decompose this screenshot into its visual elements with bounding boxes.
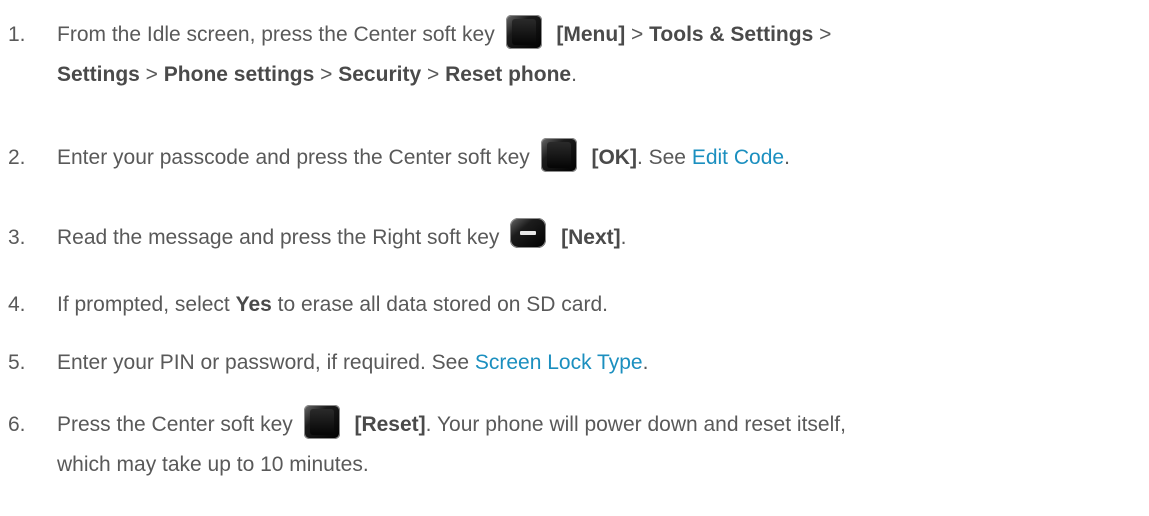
period: .: [620, 226, 627, 249]
separator: >: [421, 63, 446, 86]
step-5: 5. Enter your PIN or password, if requir…: [8, 343, 1138, 383]
step-text-segment: . See: [636, 146, 692, 169]
step-text-segment: which may take up to 10 minutes.: [57, 453, 369, 476]
edit-code-link[interactable]: Edit Code: [692, 146, 784, 169]
screen-lock-type-link[interactable]: Screen Lock Type: [475, 351, 643, 374]
step-text: Press the Center soft key [Reset]. Your …: [57, 405, 1138, 485]
step-number: 5.: [8, 351, 26, 374]
step-text-segment: Enter your PIN or password, if required.…: [57, 351, 475, 374]
ok-key-label: [OK]: [591, 146, 637, 169]
center-soft-key-icon: [505, 14, 543, 50]
step-text: From the Idle screen, press the Center s…: [57, 15, 1138, 95]
separator: >: [139, 63, 164, 86]
reset-phone-label: Reset phone: [445, 63, 572, 86]
tools-settings-label: Tools & Settings: [649, 23, 814, 46]
menu-key-label: [Menu]: [556, 23, 626, 46]
step-1: 1. From the Idle screen, press the Cente…: [8, 15, 1138, 95]
separator: >: [813, 23, 832, 46]
period: .: [571, 63, 577, 86]
reset-key-label: [Reset]: [354, 413, 426, 436]
period: .: [784, 146, 790, 169]
step-number: 6.: [8, 413, 26, 436]
step-4: 4. If prompted, select Yes to erase all …: [8, 285, 1138, 325]
step-text-segment: Press the Center soft key: [57, 413, 293, 436]
step-text: If prompted, select Yes to erase all dat…: [57, 285, 1138, 325]
yes-option-label: Yes: [235, 293, 272, 316]
step-text: Enter your passcode and press the Center…: [57, 138, 1138, 178]
separator: >: [625, 23, 650, 46]
phone-settings-label: Phone settings: [163, 63, 315, 86]
step-number: 2.: [8, 146, 26, 169]
step-text-segment: From the Idle screen, press the Center s…: [57, 23, 495, 46]
step-2: 2. Enter your passcode and press the Cen…: [8, 138, 1138, 178]
step-number: 3.: [8, 226, 26, 249]
step-text-segment: Read the message and press the Right sof…: [57, 226, 500, 249]
step-text-segment: to erase all data stored on SD card.: [271, 293, 608, 316]
step-text: Enter your PIN or password, if required.…: [57, 343, 1138, 383]
right-soft-key-icon: [509, 217, 547, 253]
step-number: 1.: [8, 23, 26, 46]
step-text-segment: If prompted, select: [57, 293, 236, 316]
step-text-segment: . Your phone will power down and reset i…: [425, 413, 846, 436]
step-3: 3. Read the message and press the Right …: [8, 218, 1138, 258]
center-soft-key-icon: [303, 404, 341, 440]
step-6: 6. Press the Center soft key [Reset]. Yo…: [8, 405, 1138, 485]
center-soft-key-icon: [540, 137, 578, 173]
settings-label: Settings: [57, 63, 140, 86]
step-text-segment: Enter your passcode and press the Center…: [57, 146, 530, 169]
step-number: 4.: [8, 293, 26, 316]
step-text: Read the message and press the Right sof…: [57, 218, 1138, 258]
next-key-label: [Next]: [561, 226, 621, 249]
security-label: Security: [338, 63, 422, 86]
separator: >: [314, 63, 339, 86]
period: .: [642, 351, 649, 374]
